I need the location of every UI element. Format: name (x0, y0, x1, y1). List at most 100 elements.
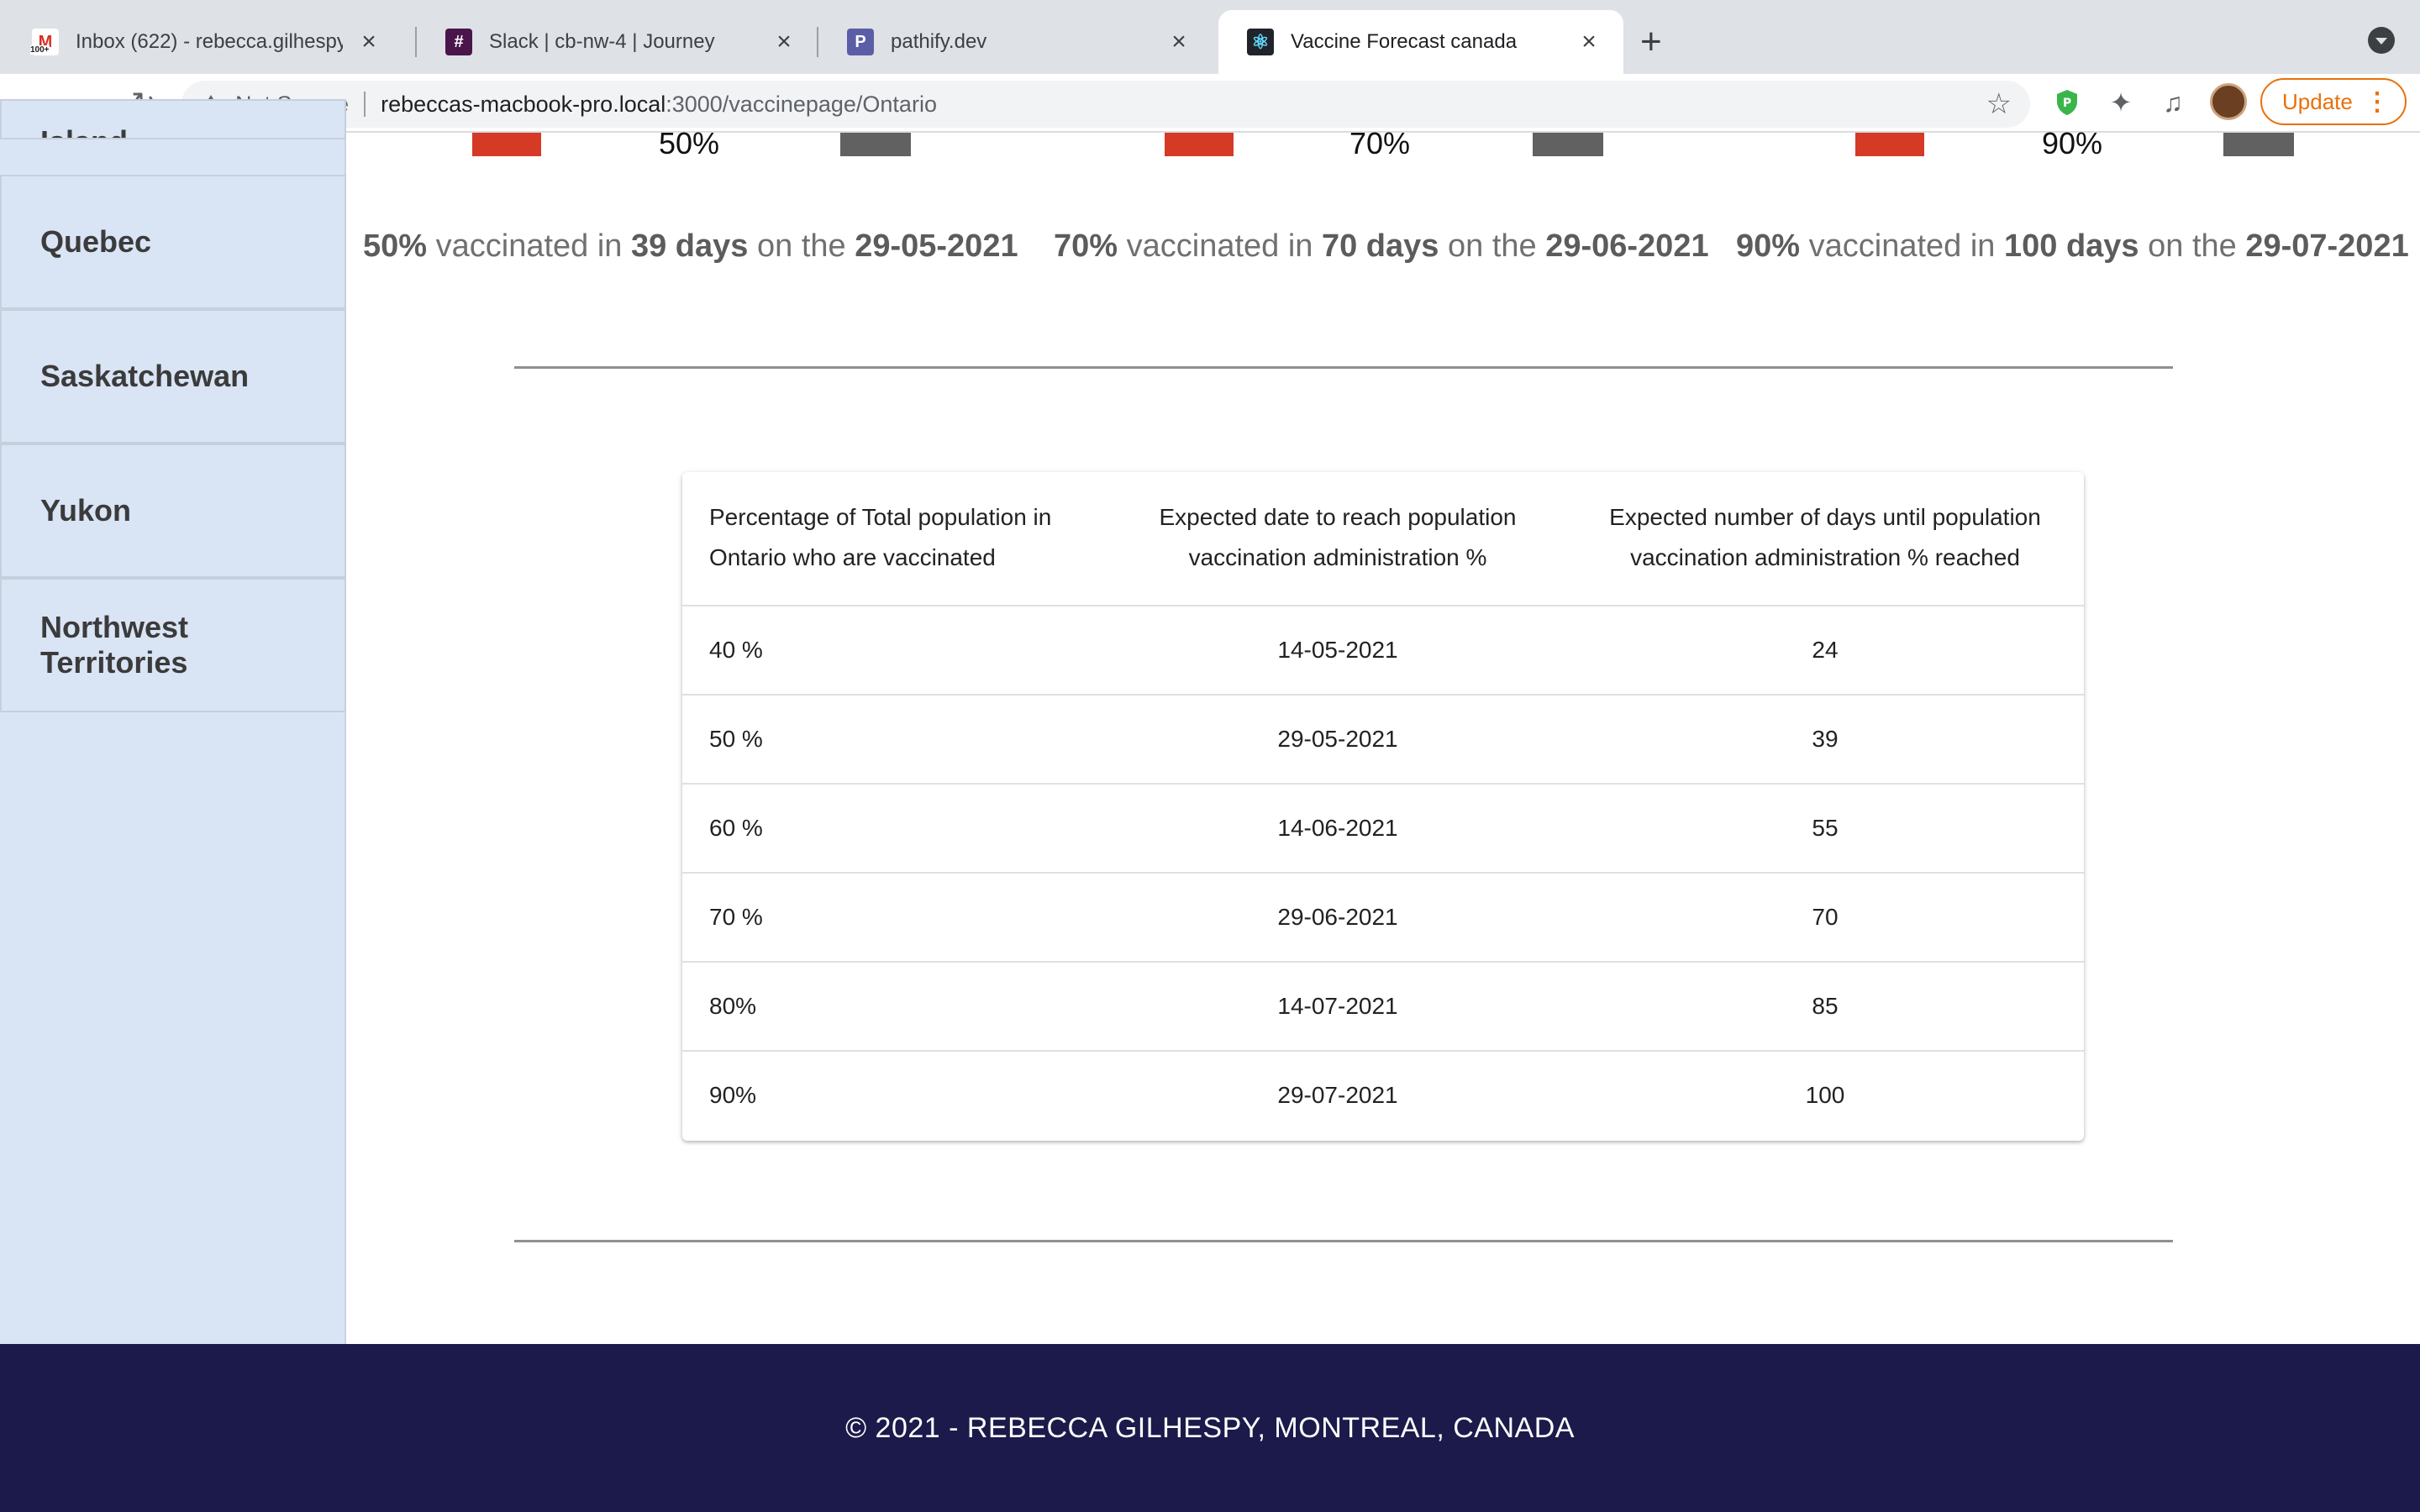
tab-gmail[interactable]: M 100+ Inbox (622) - rebecca.gilhespy × (3, 10, 403, 74)
cell-percentage: 80% (709, 993, 757, 1019)
vaccinated-bar (1855, 133, 1924, 156)
bar-percent-label: 70% (1349, 126, 1411, 160)
cell-percentage: 60 % (709, 815, 763, 841)
cell-date: 29-06-2021 (1277, 904, 1398, 930)
summary-percent: 50% (363, 228, 428, 264)
tab-vaccine-forecast[interactable]: ⚛ Vaccine Forecast canada × (1218, 10, 1623, 74)
sidebar-item-label: Island (40, 124, 128, 138)
tab-search-icon[interactable] (2368, 27, 2395, 54)
summary-text: vaccinated in (1118, 228, 1322, 264)
url-host: rebeccas-macbook-pro.local (381, 91, 666, 117)
column-header-line: vaccination administration % (1188, 544, 1487, 570)
table-row: 60 % 14-06-2021 55 (682, 785, 2084, 874)
column-header: Percentage of Total population in Ontari… (709, 497, 1096, 578)
react-icon: ⚛ (1247, 29, 1274, 55)
sidebar-item-label: Northwest Territories (40, 610, 189, 680)
footer-copyright: © 2021 - REBECCA GILHESPY, MONTREAL, CAN… (845, 1411, 1575, 1444)
update-button[interactable]: Update ⋮ (2260, 78, 2407, 125)
sidebar-item-northwest-territories[interactable]: Northwest Territories (0, 578, 346, 712)
profile-avatar[interactable] (2210, 83, 2247, 120)
summary-percent: 90% (1736, 228, 1801, 264)
extensions-icon[interactable]: ✦ (2102, 84, 2139, 121)
cell-days: 24 (1812, 637, 1839, 663)
cell-percentage: 40 % (709, 637, 763, 663)
close-icon[interactable]: × (356, 28, 381, 56)
table-row: 90% 29-07-2021 100 (682, 1052, 2084, 1141)
cell-date: 14-06-2021 (1277, 815, 1398, 841)
address-bar[interactable]: Not Secure rebeccas-macbook-pro.local:30… (182, 81, 2030, 128)
gmail-icon: M 100+ (30, 29, 59, 55)
section-divider (514, 366, 2173, 369)
summary-text: on the (748, 228, 855, 264)
url-path: :3000/vaccinepage/Ontario (666, 91, 937, 117)
summary-days: 70 days (1321, 228, 1439, 264)
sidebar-item-label: Quebec (40, 224, 152, 259)
forecast-summary: 70% vaccinated in 70 days on the 29-06-2… (1054, 228, 1709, 265)
cell-percentage: 90% (709, 1082, 757, 1108)
shield-extension-icon[interactable]: P (2049, 84, 2086, 121)
new-tab-icon[interactable]: + (1640, 18, 1662, 66)
tab-title: Slack | cb-nw-4 | Journey (489, 30, 715, 53)
sidebar-item-saskatchewan[interactable]: Saskatchewan (0, 309, 346, 444)
divider (364, 92, 366, 117)
tab-title: Inbox (622) - rebecca.gilhespy (76, 30, 343, 53)
summary-date: 29-07-2021 (2245, 228, 2409, 264)
bar-percent-label: 50% (659, 126, 720, 160)
cell-days: 55 (1812, 815, 1839, 841)
sidebar-item-prince-edward-island[interactable]: Island (0, 99, 346, 139)
sidebar-item-yukon[interactable]: Yukon (0, 444, 346, 578)
tab-strip: M 100+ Inbox (622) - rebecca.gilhespy × #… (0, 0, 2420, 74)
forecast-summary: 90% vaccinated in 100 days on the 29-07-… (1736, 228, 2409, 265)
close-icon[interactable]: × (771, 28, 797, 56)
summary-date: 29-05-2021 (855, 228, 1018, 264)
summary-percent: 70% (1054, 228, 1118, 264)
cell-date: 14-07-2021 (1277, 993, 1398, 1019)
tab-slack[interactable]: # Slack | cb-nw-4 | Journey × (417, 10, 818, 74)
svg-text:P: P (2063, 97, 2071, 110)
table-row: 80% 14-07-2021 85 (682, 963, 2084, 1052)
close-icon[interactable]: × (1576, 28, 1602, 56)
summary-text: on the (2139, 228, 2246, 264)
cell-date: 29-07-2021 (1277, 1082, 1398, 1108)
sidebar-item-label: Yukon (40, 493, 132, 528)
table-header: Percentage of Total population in Ontari… (682, 472, 2084, 606)
bar-percent-label: 90% (2042, 126, 2103, 160)
remaining-bar (1533, 133, 1603, 156)
summary-text: vaccinated in (1800, 228, 2004, 264)
remaining-bar (840, 133, 911, 156)
column-header-line: Expected date to reach population (1159, 504, 1517, 530)
province-sidebar: Island Quebec Saskatchewan Yukon Northwe… (0, 99, 346, 1344)
cell-days: 85 (1812, 993, 1839, 1019)
media-control-icon[interactable]: ♫ (2154, 84, 2191, 121)
summary-days: 100 days (2003, 228, 2139, 264)
close-icon[interactable]: × (1166, 28, 1192, 56)
cell-date: 14-05-2021 (1277, 637, 1398, 663)
table-row: 50 % 29-05-2021 39 (682, 696, 2084, 785)
section-divider (514, 1240, 2173, 1242)
slack-icon: # (445, 29, 472, 55)
update-label: Update (2282, 88, 2353, 114)
column-header-line: vaccination administration % reached (1630, 544, 2020, 570)
page-footer: © 2021 - REBECCA GILHESPY, MONTREAL, CAN… (0, 1344, 2420, 1512)
summary-date: 29-06-2021 (1545, 228, 1709, 264)
cell-days: 70 (1812, 904, 1839, 930)
column-header-line: Expected number of days until population (1609, 504, 2041, 530)
forecast-summary: 50% vaccinated in 39 days on the 29-05-2… (363, 228, 1018, 265)
tab-title: pathify.dev (891, 30, 987, 53)
column-header: Expected number of days until population… (1573, 497, 2077, 578)
sidebar-item-quebec[interactable]: Quebec (0, 175, 346, 309)
column-header-line: Ontario who are vaccinated (709, 544, 996, 570)
cell-percentage: 70 % (709, 904, 763, 930)
column-header: Expected date to reach population vaccin… (1102, 497, 1573, 578)
pathify-icon: P (847, 29, 874, 55)
tab-pathify[interactable]: P pathify.dev × (818, 10, 1213, 74)
column-header-line: Percentage of Total population in (709, 504, 1052, 530)
cell-percentage: 50 % (709, 726, 763, 752)
cell-days: 39 (1812, 726, 1839, 752)
summary-text: vaccinated in (427, 228, 631, 264)
summary-text: on the (1439, 228, 1546, 264)
vaccinated-bar (472, 133, 541, 156)
bookmark-star-icon[interactable]: ☆ (1986, 87, 2012, 121)
gmail-badge: 100+ (30, 45, 50, 55)
summary-days: 39 days (630, 228, 749, 264)
